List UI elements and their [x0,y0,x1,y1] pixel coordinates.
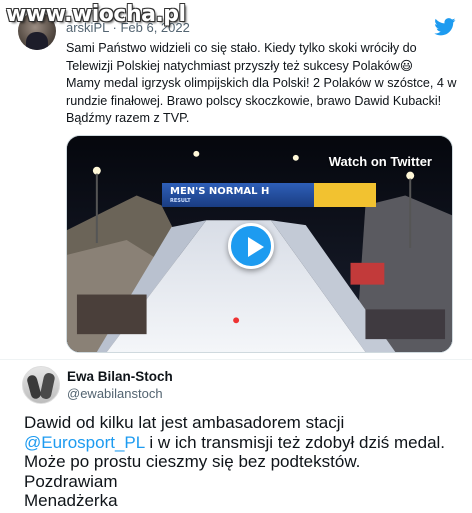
quoted-tweet-text: Sami Państwo widzieli co się stało. Kied… [66,40,460,128]
reply-author-avatar[interactable] [22,366,60,404]
watch-on-twitter-label[interactable]: Watch on Twitter [329,154,432,169]
divider [0,359,472,360]
twitter-bird-icon[interactable] [434,18,456,36]
reply-author-handle[interactable]: @ewabilanstoch [67,386,163,401]
play-button[interactable] [228,223,274,269]
sign-off-line: Menadżerka [24,491,118,510]
quoted-text-line: Sami Państwo widzieli co się stało. Kied… [66,41,417,55]
mention-link[interactable]: @Eurosport_PL [24,433,145,452]
sign-off-line: Pozdrawiam [24,471,118,491]
reply-tweet-text: Dawid od kilku lat jest ambasadorem stac… [24,413,464,511]
olympic-logo-icon [314,183,376,207]
reply-author-name[interactable]: Ewa Bilan-Stoch [67,369,173,384]
reply-text-part: Dawid od kilku lat jest ambasadorem stac… [24,413,345,432]
quoted-text-line: rundzie finałowej. Brawo polscy skoczkow… [66,93,442,108]
banner-title: MEN'S NORMAL H [170,186,270,197]
banner-subtitle: RESULT [170,198,191,204]
video-player[interactable]: MEN'S NORMAL H RESULT Watch on Twitter [66,135,453,353]
quoted-tweet[interactable]: arskiPL · Feb 6, 2022 Sami Państwo widzi… [0,0,472,360]
quoted-text-line: Mamy medal igrzysk olimpijskich dla Pols… [66,76,457,91]
quoted-text-line: Telewizji Polskiej natychmiast przyszły … [66,58,413,73]
site-watermark: www.wiocha.pl [6,2,186,27]
result-banner: MEN'S NORMAL H RESULT [162,183,314,207]
quoted-text-line: Bądźmy razem z TVP. [66,111,190,126]
